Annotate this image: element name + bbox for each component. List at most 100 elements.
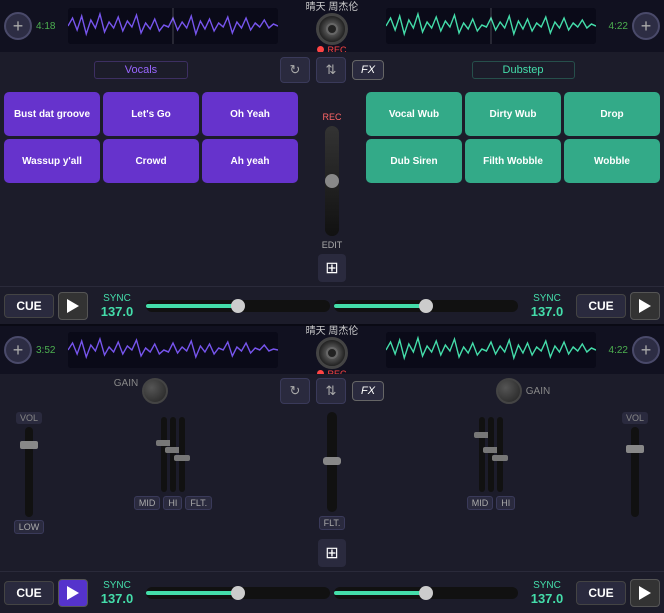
sync-value-tl: 137.0 xyxy=(101,304,134,319)
sync-group-bottom-left: SYNC 137.0 xyxy=(92,580,142,606)
pad-left-3[interactable]: Wassup y'all xyxy=(4,139,100,183)
grid-icon-bottom[interactable]: ⊞ xyxy=(318,539,346,567)
sync-value-br: 137.0 xyxy=(531,591,564,606)
pads-right: Vocal Wub Dirty Wub Drop Dub Siren Filth… xyxy=(366,92,660,183)
edit-btn[interactable]: EDIT xyxy=(322,240,343,250)
eq-fader-right-1[interactable] xyxy=(479,417,485,492)
time-right-bottom: 4:22 xyxy=(600,345,628,356)
sync-value-bl: 137.0 xyxy=(101,591,134,606)
pad-right-2[interactable]: Drop xyxy=(564,92,660,136)
pad-left-0[interactable]: Bust dat groove xyxy=(4,92,100,136)
eq-fader-left-3[interactable] xyxy=(179,417,185,492)
center-controls-top: REC EDIT ⊞ xyxy=(302,92,362,282)
play-btn-bottom-right[interactable] xyxy=(630,579,660,607)
pitch-slider-bottom-left[interactable] xyxy=(146,587,330,599)
eq-right: MID HI xyxy=(376,412,606,567)
pitch-slider-top-left[interactable] xyxy=(146,300,330,312)
time-left-bottom: 3:52 xyxy=(36,345,64,356)
play-btn-bottom-left[interactable] xyxy=(58,579,88,607)
dj-logo-bottom xyxy=(316,337,348,369)
mid-btn-left[interactable]: MID xyxy=(134,496,161,510)
pad-right-1[interactable]: Dirty Wub xyxy=(465,92,561,136)
eq-left: MID HI FLT. xyxy=(58,412,288,567)
time-right-top: 4:22 xyxy=(600,21,628,32)
refresh-btn-top[interactable]: ↻ xyxy=(280,57,310,83)
waveform-right-top xyxy=(386,8,596,44)
gain-knob-left[interactable] xyxy=(142,378,168,404)
hi-btn-right[interactable]: HI xyxy=(496,496,515,510)
eq-fader-right-3[interactable] xyxy=(497,417,503,492)
pads-area-top: Bust dat groove Let's Go Oh Yeah Wassup … xyxy=(0,88,664,286)
pad-left-1[interactable]: Let's Go xyxy=(103,92,199,136)
sync-label-br[interactable]: SYNC xyxy=(533,580,561,591)
pitch-slider-top-right[interactable] xyxy=(334,300,518,312)
pads-left: Bust dat groove Let's Go Oh Yeah Wassup … xyxy=(4,92,298,183)
fx-btn-top[interactable]: FX xyxy=(352,60,384,80)
pad-right-4[interactable]: Filth Wobble xyxy=(465,139,561,183)
fx-btn-bottom[interactable]: FX xyxy=(352,381,384,401)
pad-right-0[interactable]: Vocal Wub xyxy=(366,92,462,136)
pad-left-2[interactable]: Oh Yeah xyxy=(202,92,298,136)
sync-group-top-right: SYNC 137.0 xyxy=(522,293,572,319)
waveform-right-bottom xyxy=(386,332,596,368)
flt-center[interactable]: FLT. xyxy=(319,516,346,530)
sync-group-bottom-right: SYNC 137.0 xyxy=(522,580,572,606)
center-bottom-info: 晴天 周杰伦 REC xyxy=(282,322,382,379)
cue-btn-bottom-left[interactable]: CUE xyxy=(4,581,54,605)
waveform-left-bottom xyxy=(68,332,278,368)
add-track-right-bottom[interactable]: + xyxy=(632,336,660,364)
mixer-main: VOL LOW xyxy=(0,408,664,571)
time-left-top: 4:18 xyxy=(36,21,64,32)
hi-btn-left[interactable]: HI xyxy=(163,496,182,510)
gain-knob-right[interactable] xyxy=(496,378,522,404)
pads-label-right: Dubstep xyxy=(472,61,575,79)
flt-btn-left[interactable]: FLT. xyxy=(185,496,212,510)
eq-fader-left-1[interactable] xyxy=(161,417,167,492)
low-btn-left[interactable]: LOW xyxy=(14,520,45,534)
sync-group-top-left: SYNC 137.0 xyxy=(92,293,142,319)
pad-right-3[interactable]: Dub Siren xyxy=(366,139,462,183)
refresh-btn-bottom[interactable]: ↻ xyxy=(280,378,310,404)
center-top-info: 晴天 周杰伦 REC xyxy=(282,0,382,55)
track-title-bottom-center: 晴天 周杰伦 xyxy=(306,322,359,337)
add-track-right-top[interactable]: + xyxy=(632,12,660,40)
vol-fader-left[interactable] xyxy=(25,427,33,517)
pad-left-4[interactable]: Crowd xyxy=(103,139,199,183)
pad-left-5[interactable]: Ah yeah xyxy=(202,139,298,183)
eq-btn-top[interactable]: ⇅ xyxy=(316,57,346,83)
play-btn-top-right[interactable] xyxy=(630,292,660,320)
grid-icon-btn[interactable]: ⊞ xyxy=(318,254,346,282)
track-title-top-center: 晴天 周杰伦 xyxy=(306,0,359,13)
vol-label-right[interactable]: VOL xyxy=(622,412,648,424)
cue-btn-top-left[interactable]: CUE xyxy=(4,294,54,318)
dj-logo-top xyxy=(316,13,348,45)
cue-btn-bottom-right[interactable]: CUE xyxy=(576,581,626,605)
main-fader[interactable] xyxy=(327,412,337,512)
sync-value-tr: 137.0 xyxy=(531,304,564,319)
vol-label-left[interactable]: VOL xyxy=(16,412,42,424)
add-track-left-bottom[interactable]: + xyxy=(4,336,32,364)
rec-btn[interactable]: REC xyxy=(322,112,341,122)
cue-sync-row-top: CUE SYNC 137.0 SYNC 137.0 CUE xyxy=(0,286,664,324)
crossfader-vertical[interactable] xyxy=(325,126,339,236)
eq-btn-bottom[interactable]: ⇅ xyxy=(316,378,346,404)
pad-right-5[interactable]: Wobble xyxy=(564,139,660,183)
channel-strip-left: VOL LOW xyxy=(4,412,54,567)
sync-label-bl[interactable]: SYNC xyxy=(103,580,131,591)
pads-label-left: Vocals xyxy=(94,61,188,79)
gain-right-label: GAIN xyxy=(526,386,550,397)
vol-fader-right[interactable] xyxy=(631,427,639,517)
sync-label-tl[interactable]: SYNC xyxy=(103,293,131,304)
mid-btn-right[interactable]: MID xyxy=(467,496,494,510)
waveform-left-top xyxy=(68,8,278,44)
mixer-controls-row: GAIN ↻ ⇅ FX GAIN xyxy=(0,374,664,408)
sync-label-tr[interactable]: SYNC xyxy=(533,293,561,304)
cue-btn-top-right[interactable]: CUE xyxy=(576,294,626,318)
pitch-slider-bottom-right[interactable] xyxy=(334,587,518,599)
cue-sync-row-bottom: CUE SYNC 137.0 SYNC 137.0 CUE xyxy=(0,571,664,613)
waveform-row-bottom: + 3:52 晴天 周杰伦 REC xyxy=(0,326,664,374)
gain-left-label: GAIN xyxy=(114,378,138,404)
center-mixer: FLT. ⊞ xyxy=(292,412,372,567)
add-track-left-top[interactable]: + xyxy=(4,12,32,40)
play-btn-top-left[interactable] xyxy=(58,292,88,320)
